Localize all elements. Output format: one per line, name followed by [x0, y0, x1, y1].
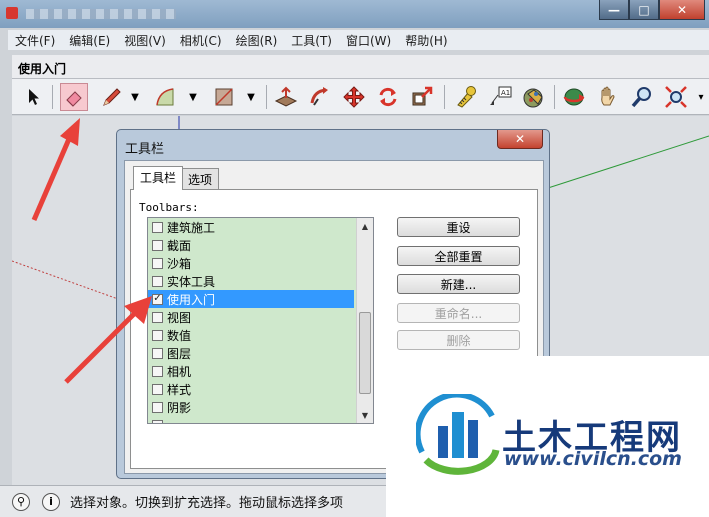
scroll-thumb[interactable] — [359, 312, 371, 394]
watermark: 土木工程网 www.civilcn.com — [386, 356, 709, 517]
list-item[interactable]: 沙箱 — [148, 254, 354, 272]
scroll-down-icon[interactable]: ▼ — [357, 407, 373, 423]
menu-view[interactable]: 视图(V) — [117, 32, 173, 49]
text-tool-icon[interactable]: A1 — [486, 83, 514, 111]
move-tool-icon[interactable] — [340, 83, 368, 111]
list-item[interactable]: 数值 — [148, 326, 354, 344]
list-item-label: 相机 — [167, 364, 192, 379]
close-button[interactable]: ✕ — [659, 0, 705, 20]
list-item-label: 数值 — [167, 328, 192, 343]
list-item-label: 视图 — [167, 310, 192, 325]
checkbox[interactable] — [152, 257, 163, 269]
pan-tool-icon[interactable] — [594, 83, 622, 111]
list-item-partial[interactable] — [148, 416, 354, 423]
list-item[interactable]: 建筑施工 — [148, 218, 354, 236]
list-item-label: 沙箱 — [167, 256, 192, 271]
reset-button[interactable]: 重设 — [397, 217, 520, 237]
list-item[interactable]: 样式 — [148, 380, 354, 398]
dialog-close-button[interactable]: ✕ — [497, 130, 543, 149]
annotation-arrow — [31, 118, 80, 221]
zoom-tool-icon[interactable] — [628, 83, 656, 111]
orbit-tool-icon[interactable] — [560, 83, 588, 111]
geo-location-icon[interactable]: ⚲ — [12, 492, 30, 511]
eraser-tool-icon[interactable] — [60, 83, 88, 111]
menu-edit[interactable]: 编辑(E) — [62, 32, 117, 49]
list-item-selected[interactable]: ✓ 使用入门 — [148, 290, 354, 308]
list-item-label: 截面 — [167, 238, 192, 253]
toolbars-list[interactable]: 建筑施工 截面 沙箱 实体工具 ✓ 使用入门 视图 数值 图层 相机 样式 阴影… — [147, 217, 374, 424]
list-item-label: 使用入门 — [167, 292, 216, 307]
follow-me-tool-icon[interactable] — [306, 83, 334, 111]
list-item[interactable]: 截面 — [148, 236, 354, 254]
scroll-up-icon[interactable]: ▲ — [357, 218, 373, 234]
watermark-url: www.civilcn.com — [504, 448, 682, 470]
info-icon[interactable]: i — [42, 492, 60, 511]
reset-all-button[interactable]: 全部重置 — [397, 246, 520, 266]
dialog-title: 工具栏 — [125, 142, 165, 157]
list-item[interactable]: 视图 — [148, 308, 354, 326]
toolbar-overflow-icon[interactable]: ▾ — [695, 83, 707, 111]
window-title-bar: — □ ✕ — [0, 0, 709, 28]
tab-toolbars[interactable]: 工具栏 — [133, 166, 184, 190]
tape-measure-tool-icon[interactable] — [452, 83, 480, 111]
menu-camera[interactable]: 相机(C) — [173, 32, 229, 49]
list-item[interactable]: 阴影 — [148, 398, 354, 416]
zoom-extents-tool-icon[interactable] — [662, 83, 690, 111]
rectangle-dropdown-icon[interactable]: ▼ — [244, 83, 258, 111]
app-icon — [6, 7, 18, 19]
rotate-tool-icon[interactable] — [374, 83, 402, 111]
paint-bucket-tool-icon[interactable] — [520, 83, 548, 111]
list-item[interactable]: 图层 — [148, 344, 354, 362]
status-text: 选择对象。切换到扩充选择。拖动鼠标选择多项 — [70, 496, 344, 511]
list-item-label: 图层 — [167, 346, 192, 361]
toolbar-separator — [266, 85, 267, 109]
delete-button[interactable]: 删除 — [397, 330, 520, 350]
annotation-arrow — [64, 296, 152, 384]
toolbars-list-label: Toolbars: — [139, 201, 199, 214]
list-item[interactable]: 实体工具 — [148, 272, 354, 290]
tab-options[interactable]: 选项 — [181, 168, 220, 189]
list-item-label: 建筑施工 — [167, 220, 216, 235]
svg-text:A1: A1 — [501, 89, 510, 97]
push-pull-tool-icon[interactable] — [272, 83, 300, 111]
arc-tool-icon[interactable] — [152, 83, 180, 111]
getting-started-toolbar: ▼ ▼ ▼ A1 ▾ — [12, 79, 709, 115]
checkbox[interactable] — [152, 239, 163, 251]
maximize-button[interactable]: □ — [629, 0, 659, 20]
list-scrollbar[interactable]: ▲ ▼ — [356, 218, 373, 423]
toolbar-separator — [554, 85, 555, 109]
list-item-label: 实体工具 — [167, 274, 216, 289]
checkbox[interactable] — [152, 221, 163, 233]
checkbox[interactable] — [152, 275, 163, 287]
select-tool-icon[interactable] — [20, 83, 48, 111]
list-item-label: 阴影 — [167, 400, 192, 415]
menu-file[interactable]: 文件(F) — [8, 32, 62, 49]
menu-tools[interactable]: 工具(T) — [284, 32, 339, 49]
rename-button[interactable]: 重命名... — [397, 303, 520, 323]
list-item[interactable]: 相机 — [148, 362, 354, 380]
checkbox[interactable] — [152, 401, 163, 413]
toolbar-separator — [444, 85, 445, 109]
pencil-tool-icon[interactable] — [98, 83, 126, 111]
menu-window[interactable]: 窗口(W) — [339, 32, 398, 49]
toolbar-title: 使用入门 — [12, 55, 709, 79]
window-title-blurred — [26, 9, 176, 19]
rectangle-tool-icon[interactable] — [210, 83, 238, 111]
minimize-button[interactable]: — — [599, 0, 629, 20]
toolbar-separator — [52, 85, 53, 109]
pencil-dropdown-icon[interactable]: ▼ — [128, 83, 142, 111]
menu-bar: 文件(F) 编辑(E) 视图(V) 相机(C) 绘图(R) 工具(T) 窗口(W… — [8, 30, 709, 50]
arc-dropdown-icon[interactable]: ▼ — [186, 83, 200, 111]
offset-tool-icon[interactable] — [408, 83, 436, 111]
list-item-label: 样式 — [167, 382, 192, 397]
menu-draw[interactable]: 绘图(R) — [229, 32, 285, 49]
new-toolbar-button[interactable]: 新建... — [397, 274, 520, 294]
window-controls: — □ ✕ — [599, 0, 705, 20]
menu-help[interactable]: 帮助(H) — [398, 32, 454, 49]
checkbox[interactable] — [152, 419, 163, 423]
civilcn-logo-icon — [416, 394, 500, 475]
